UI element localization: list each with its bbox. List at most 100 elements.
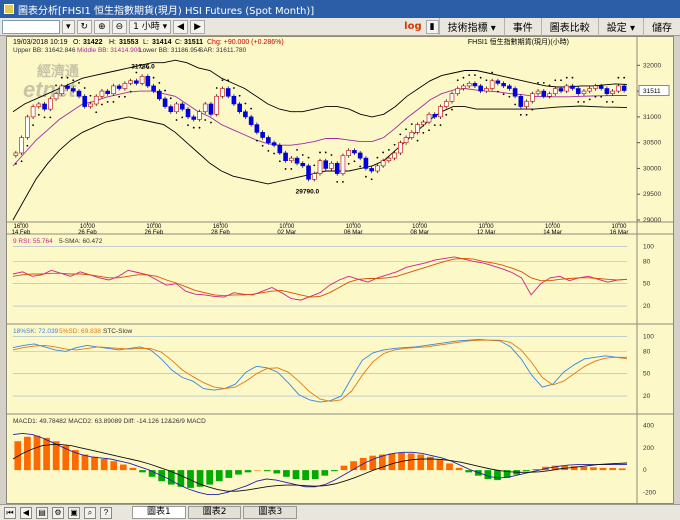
sar-dot xyxy=(89,94,92,97)
refresh-button[interactable]: ↻ xyxy=(76,19,93,34)
sar-dot xyxy=(623,76,626,79)
candle-down xyxy=(518,95,524,107)
sar-dot xyxy=(210,121,212,124)
settings-icon[interactable]: ⚙ xyxy=(52,506,64,519)
candle-up xyxy=(311,173,317,180)
candle-up xyxy=(202,103,208,113)
candle-down xyxy=(575,88,581,94)
candle-up xyxy=(398,142,403,154)
sar-dot xyxy=(468,74,471,77)
sar-dot xyxy=(60,76,63,79)
sar-dot xyxy=(169,97,172,100)
time-tick-date: 26 Feb xyxy=(78,230,97,236)
candle-up xyxy=(524,101,529,107)
sar-dot xyxy=(606,101,608,103)
sar-dot xyxy=(330,154,333,156)
candle-down xyxy=(283,152,288,162)
sar-dot xyxy=(600,95,603,98)
sar-dot xyxy=(106,101,109,103)
sar-dot xyxy=(485,79,488,82)
candle-up xyxy=(547,93,552,97)
candle-up xyxy=(197,111,202,120)
candle-up xyxy=(415,124,420,133)
ytick-label: 20 xyxy=(643,303,651,310)
menu-compare[interactable]: 圖表比較 xyxy=(540,17,598,36)
help-icon[interactable]: ? xyxy=(100,506,112,519)
price-ytick-label: 30000 xyxy=(643,165,661,172)
scroll-right-button[interactable]: ▶ xyxy=(190,19,205,34)
sar-dot xyxy=(548,84,551,87)
macd-bar-negative xyxy=(263,470,271,472)
chevron-down-icon: ▾ xyxy=(159,21,168,32)
interval-select[interactable]: 1 小時 ▾ xyxy=(129,19,172,34)
chart-area[interactable]: 19/03/2018 10:19 O: 31422 H: 31553 L: 31… xyxy=(6,36,674,504)
sar-dot xyxy=(336,180,339,183)
first-page-icon[interactable]: ⏮ xyxy=(4,506,16,519)
candle-up xyxy=(426,113,432,123)
candle-down xyxy=(501,83,506,87)
time-tick-date: 08 Mar xyxy=(410,230,429,236)
macd-bar-negative xyxy=(215,470,223,482)
menu-settings[interactable]: 設定 ▾ xyxy=(597,17,643,36)
prev-icon[interactable]: ◀ xyxy=(20,506,32,519)
candle-up xyxy=(530,93,535,102)
zoom-icon[interactable]: ⌕ xyxy=(84,506,96,519)
macd-bar-negative xyxy=(283,470,290,477)
print-icon[interactable]: ▤ xyxy=(36,506,48,519)
candle-down xyxy=(208,103,214,115)
tab-chart2[interactable]: 圖表2 xyxy=(187,506,242,519)
candle-down xyxy=(116,85,122,89)
app-icon xyxy=(4,4,14,14)
zoom-in-button[interactable]: ⊕ xyxy=(94,19,110,34)
symbol-input[interactable] xyxy=(2,19,60,34)
candle-up xyxy=(466,83,472,87)
ytick-label: 50 xyxy=(643,281,651,288)
macd-ytick-label: 200 xyxy=(643,445,654,452)
sar-dot xyxy=(227,79,230,82)
menu-indicators[interactable]: 技術指標 ▾ xyxy=(438,17,504,36)
sar-dot xyxy=(594,95,597,98)
macd-bar-negative xyxy=(331,470,338,472)
sar-dot xyxy=(152,76,155,79)
candle-down xyxy=(271,142,277,146)
sar-dot xyxy=(433,124,436,127)
sar-dot xyxy=(479,76,482,79)
scroll-left-button[interactable]: ◀ xyxy=(173,19,189,34)
low-annotation: 29790.0 xyxy=(296,188,320,195)
chart-canvas[interactable]: 19/03/2018 10:19 O: 31422 H: 31553 L: 31… xyxy=(7,37,673,503)
high-annotation: 31786.0 xyxy=(131,63,155,70)
zoom-out-icon: ⊖ xyxy=(115,21,124,32)
macd-bar-positive xyxy=(43,437,50,471)
arrow-left-icon: ◀ xyxy=(177,21,185,32)
sar-dot xyxy=(164,89,166,92)
save-icon[interactable]: ▣ xyxy=(68,506,80,519)
candle-down xyxy=(168,106,174,113)
candle-up xyxy=(36,103,42,107)
chart-type-button[interactable]: ▮ xyxy=(425,19,439,34)
candle-down xyxy=(558,88,564,92)
candle-up xyxy=(443,101,449,107)
sar-dot xyxy=(20,160,23,163)
log-scale-toggle[interactable]: log xyxy=(402,21,423,32)
sar-dot xyxy=(439,124,442,127)
symbol-dropdown-button[interactable]: ▾ xyxy=(62,19,75,34)
sar-dot xyxy=(382,151,385,154)
menu-events[interactable]: 事件 xyxy=(503,17,541,36)
sar-dot xyxy=(278,160,281,163)
menu-save[interactable]: 儲存 xyxy=(643,17,680,36)
sar-dot xyxy=(204,119,207,121)
candle-up xyxy=(220,88,225,97)
sar-dot xyxy=(474,74,476,77)
bb-upper-legend: Upper BB: 31642.846 xyxy=(13,47,76,54)
sar-dot xyxy=(560,79,562,82)
header-high-label: H: xyxy=(109,39,116,46)
sar-dot xyxy=(55,84,57,87)
sar-dot xyxy=(537,81,539,84)
zoom-out-button[interactable]: ⊖ xyxy=(111,19,128,34)
bottom-toolbar: ⏮ ◀ ▤ ⚙ ▣ ⌕ ? 圖表1 圖表2 圖表3 xyxy=(0,504,680,520)
candle-up xyxy=(30,106,36,118)
tab-chart3[interactable]: 圖表3 xyxy=(243,506,298,519)
sar-dot xyxy=(112,101,115,103)
tab-chart1[interactable]: 圖表1 xyxy=(132,506,186,519)
header-low-label: L: xyxy=(143,39,149,46)
